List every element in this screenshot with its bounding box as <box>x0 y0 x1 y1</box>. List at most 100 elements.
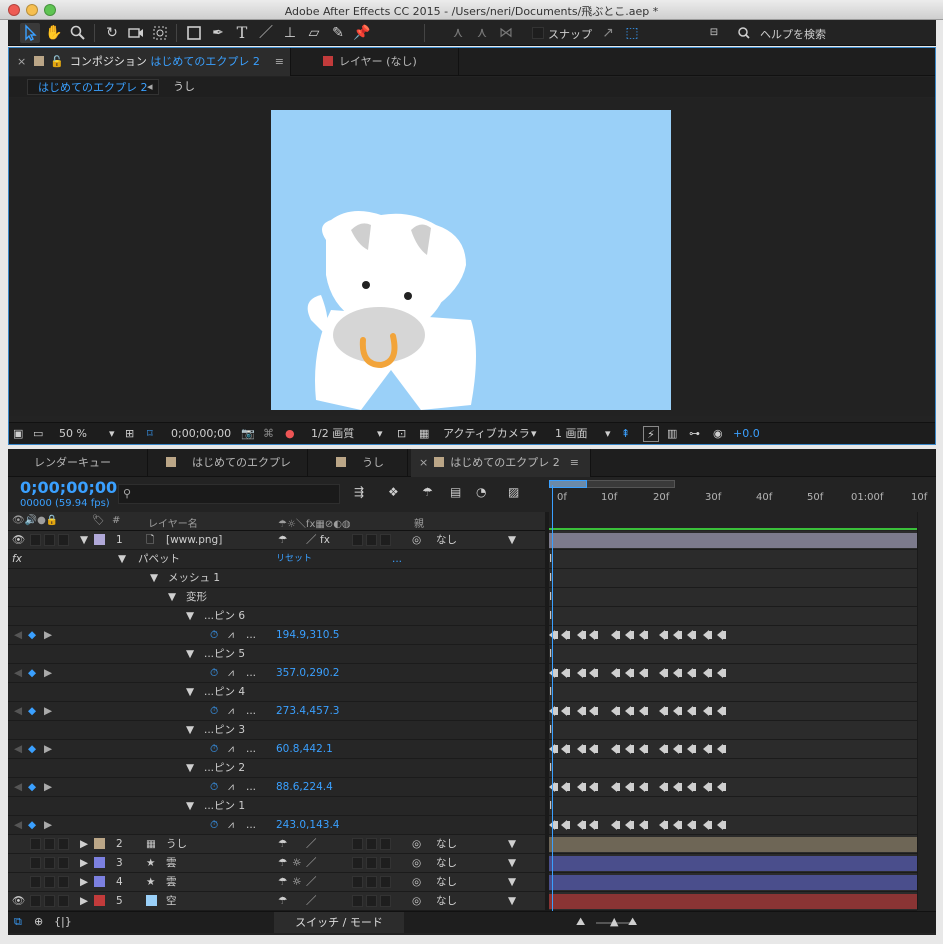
column-layer-name[interactable]: レイヤー名 <box>148 515 198 530</box>
keyframe-marker[interactable] <box>717 630 726 640</box>
parent-select[interactable]: なし <box>436 837 457 852</box>
keyframe-marker[interactable] <box>577 668 586 678</box>
property-group-row[interactable]: ▼ ...ピン 5 <box>8 645 545 664</box>
snap-checkbox[interactable] <box>532 27 544 39</box>
graph-icon[interactable]: ⩘ <box>228 818 234 833</box>
close-icon[interactable]: × <box>419 456 428 469</box>
effect-row[interactable]: fx ▼ パペット リセット... <box>8 550 545 569</box>
lock-toggle[interactable] <box>58 534 69 546</box>
audio-toggle[interactable] <box>30 857 41 869</box>
property-group-row[interactable]: ▼ メッシュ 1 <box>8 569 545 588</box>
layer-duration-bar[interactable] <box>549 533 917 548</box>
keyframe-marker[interactable] <box>611 706 620 716</box>
current-time-indicator[interactable] <box>552 485 553 913</box>
keyframe-marker[interactable] <box>673 782 682 792</box>
effect-options-link[interactable]: ... <box>392 552 402 567</box>
shy-switch-icon[interactable]: ☂ <box>278 875 287 890</box>
tab-composition[interactable]: × 🔓 コンポジション はじめてのエクプレ 2 ≡ <box>9 48 291 76</box>
property-group-row[interactable]: ▼ ...ピン 6 <box>8 607 545 626</box>
property-keyframe-track[interactable] <box>549 664 917 683</box>
pin-position-value[interactable]: 357.0,290.2 <box>276 666 339 681</box>
motion-blur-switch[interactable] <box>352 534 363 546</box>
label-color-swatch[interactable] <box>94 838 105 849</box>
camera-dropdown-icon[interactable]: ▾ <box>531 426 537 442</box>
keyframe-marker[interactable] <box>561 630 570 640</box>
resolution-dropdown-icon[interactable]: ▾ <box>377 426 383 442</box>
fx-switch-icon[interactable]: fx <box>320 533 330 548</box>
keyframe-marker[interactable] <box>659 706 668 716</box>
keyframe-marker[interactable] <box>639 782 648 792</box>
parent-dropdown-icon[interactable]: ▼ <box>508 856 516 871</box>
layer-track[interactable] <box>549 854 917 873</box>
adjustment-switch[interactable] <box>366 534 377 546</box>
stopwatch-icon[interactable]: ⏱ <box>210 704 218 719</box>
layer-duration-bar[interactable] <box>549 894 917 909</box>
keyframe-marker[interactable] <box>639 820 648 830</box>
keyframe-marker[interactable] <box>577 630 586 640</box>
label-color-swatch[interactable] <box>94 857 105 868</box>
expand-arrow-icon[interactable]: ▼ <box>168 590 176 605</box>
add-keyframe-icon[interactable]: ◆ <box>28 780 36 795</box>
timeline-search-input[interactable]: ⚲ <box>118 484 340 504</box>
current-time-display[interactable]: 0;00;00;00 <box>171 426 231 442</box>
zoom-slider-handle[interactable]: ▲ <box>610 915 618 928</box>
monitor-icon[interactable]: ▭ <box>33 426 43 442</box>
next-keyframe-icon[interactable]: ▶ <box>44 742 52 757</box>
prev-keyframe-icon[interactable]: ◀ <box>14 818 22 833</box>
keyframe-marker[interactable] <box>687 820 696 830</box>
property-group-track[interactable]: I <box>549 569 917 588</box>
3d-switch[interactable] <box>380 895 391 907</box>
graph-icon[interactable]: ⩘ <box>228 742 234 757</box>
pan-behind-tool-icon[interactable] <box>150 23 170 43</box>
keyframe-marker[interactable] <box>673 668 682 678</box>
property-group-track[interactable]: I <box>549 607 917 626</box>
keyframe-marker[interactable] <box>589 630 598 640</box>
next-keyframe-icon[interactable]: ▶ <box>44 666 52 681</box>
zoom-out-icon[interactable]: ⛰ <box>576 915 585 929</box>
property-group-track[interactable]: I <box>549 759 917 778</box>
expand-arrow-icon[interactable]: ▼ <box>150 571 158 586</box>
property-group-track[interactable]: I <box>549 645 917 664</box>
panel-menu-icon[interactable]: ≡ <box>570 456 579 469</box>
layer-name[interactable]: うし <box>166 837 187 852</box>
keyframe-marker[interactable] <box>687 782 696 792</box>
property-group-track[interactable]: I <box>549 588 917 607</box>
graph-icon[interactable]: ⩘ <box>228 666 234 681</box>
snap-option-icon[interactable]: ↗ <box>598 23 618 43</box>
view-axis-icon[interactable]: ⋈ <box>496 23 516 43</box>
layer-duration-bar[interactable] <box>549 875 917 890</box>
solo-toggle[interactable] <box>44 857 55 869</box>
stopwatch-icon[interactable]: ⏱ <box>210 780 218 795</box>
property-row[interactable]: ◀ ◆ ▶ ⏱ ⩘... 273.4,457.3 <box>8 702 545 721</box>
adjustment-switch[interactable] <box>366 876 377 888</box>
property-group-row[interactable]: ▼ 変形 <box>8 588 545 607</box>
prev-keyframe-icon[interactable]: ◀ <box>14 742 22 757</box>
3d-switch[interactable] <box>380 876 391 888</box>
keyframe-marker[interactable] <box>611 630 620 640</box>
draft-3d-icon[interactable]: ❖ <box>388 485 399 499</box>
parent-dropdown-icon[interactable]: ▼ <box>508 837 516 852</box>
region-of-interest-icon[interactable]: ⊡ <box>397 426 406 442</box>
lock-toggle[interactable] <box>58 838 69 850</box>
expand-arrow-icon[interactable]: ▼ <box>80 533 88 548</box>
graph-icon[interactable]: ⩘ <box>228 704 234 719</box>
next-keyframe-icon[interactable]: ▶ <box>44 628 52 643</box>
add-keyframe-icon[interactable]: ◆ <box>28 628 36 643</box>
add-keyframe-icon[interactable]: ◆ <box>28 704 36 719</box>
keyframe-marker[interactable] <box>687 668 696 678</box>
layer-switches-icon[interactable]: ⧉ <box>14 915 22 929</box>
pin-position-value[interactable]: 194.9,310.5 <box>276 628 339 643</box>
next-keyframe-icon[interactable]: ▶ <box>44 704 52 719</box>
stopwatch-icon[interactable]: ⏱ <box>210 628 218 643</box>
layer-row[interactable]: 👁 ▶ 5 空 ☂ ／ ◎ なし ▼ <box>8 892 545 911</box>
expand-arrow-icon[interactable]: ▼ <box>186 723 194 738</box>
keyframe-marker[interactable] <box>589 706 598 716</box>
eraser-tool-icon[interactable]: ▱ <box>304 23 324 43</box>
keyframe-marker[interactable] <box>639 706 648 716</box>
keyframe-marker[interactable] <box>561 820 570 830</box>
layer-row[interactable]: 👁 ▼ 1 🗋 [www.png] ☂ ／ fx ◎ なし ▼ <box>8 531 545 550</box>
selection-tool-icon[interactable] <box>20 23 40 43</box>
3d-switch[interactable] <box>380 857 391 869</box>
motion-blur-icon[interactable]: ◔ <box>476 485 486 499</box>
graph-icon[interactable]: ⩘ <box>228 780 234 795</box>
